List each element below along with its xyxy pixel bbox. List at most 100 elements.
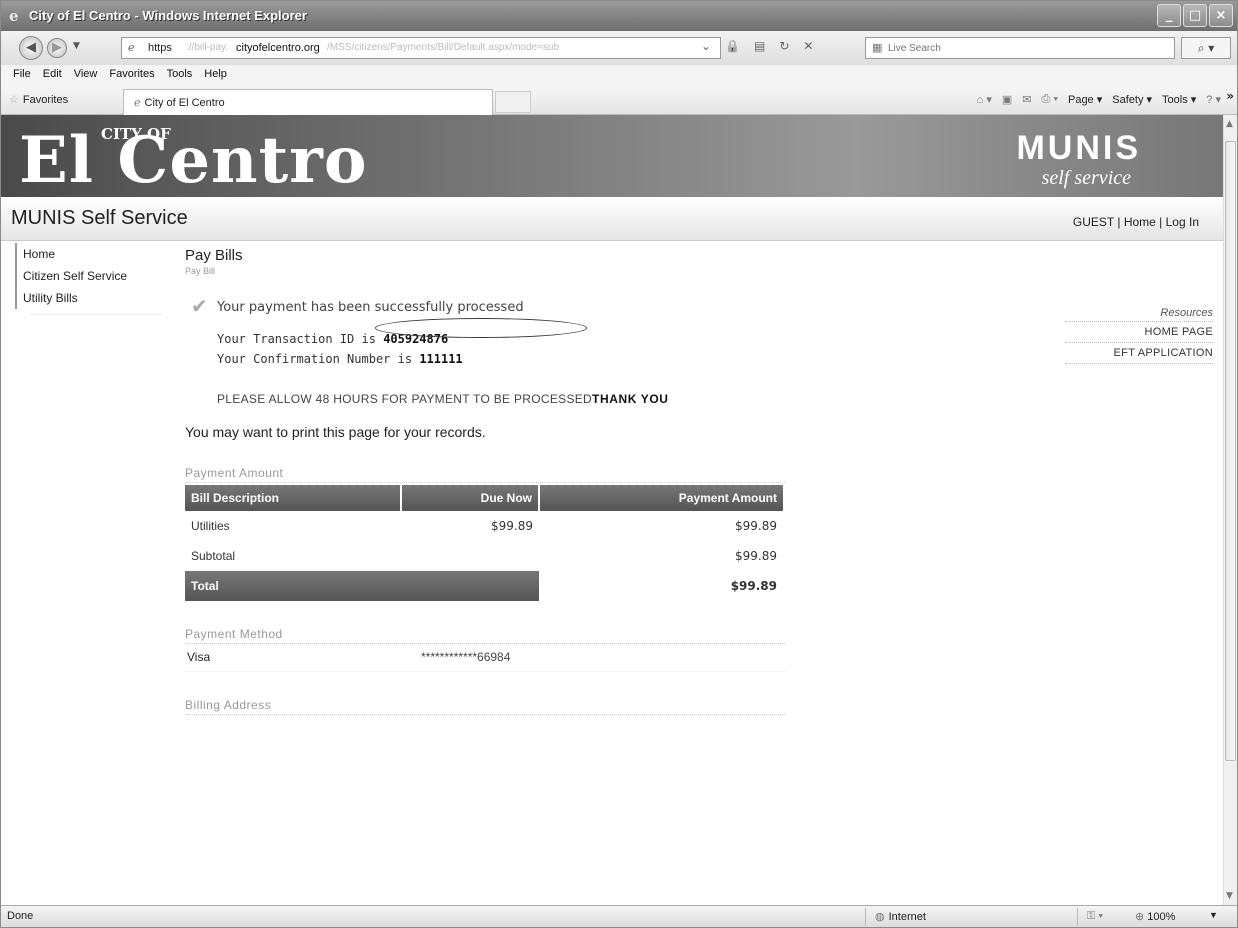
- close-button[interactable]: ×: [1209, 4, 1233, 27]
- help-icon[interactable]: ? ▾: [1206, 93, 1221, 106]
- user-links: GUEST | Home | Log In: [1072, 215, 1199, 229]
- success-text: Your payment has been successfully proce…: [217, 300, 524, 315]
- safety-menu[interactable]: Safety ▾: [1112, 93, 1152, 106]
- sidebar-item-citizen-self-service[interactable]: Citizen Self Service: [15, 265, 171, 287]
- address-toolbar: ◀ ▶ ▼ ℯ https ://bill-pay. cityofelcentr…: [1, 31, 1237, 65]
- lock-icon[interactable]: 🔒: [725, 39, 740, 53]
- banner-top: El Centro CITY OF MUNIS self service: [1, 115, 1223, 197]
- total-amount: $99.89: [730, 579, 777, 593]
- window-title: City of El Centro - Windows Internet Exp…: [29, 8, 307, 23]
- bill-description: Utilities: [191, 519, 230, 533]
- site-logo[interactable]: El Centro: [19, 129, 368, 193]
- subtotal-row: Subtotal $99.89: [185, 541, 783, 571]
- window-controls: _ □ ×: [1157, 4, 1233, 27]
- breadcrumb: Pay Bill: [185, 266, 216, 276]
- login-link[interactable]: Log In: [1166, 215, 1199, 229]
- search-button[interactable]: ⌕ ▾: [1181, 37, 1231, 59]
- menu-file[interactable]: File: [7, 65, 37, 87]
- resource-link-home-page[interactable]: HOME PAGE: [1065, 322, 1213, 343]
- search-box[interactable]: ▦: [865, 37, 1175, 59]
- scroll-down-icon[interactable]: ▼: [1226, 891, 1233, 901]
- payment-amount-heading: Payment Amount: [185, 466, 785, 483]
- command-bar: ⌂ ▾ ▣ ✉ ⎙ ▾ Page ▾ Safety ▾ Tools ▾ ? ▾: [977, 93, 1221, 106]
- zoom-dropdown-icon[interactable]: ▼: [1209, 910, 1218, 920]
- title-bar: e City of El Centro - Windows Internet E…: [1, 1, 1237, 31]
- payment-amount: $99.89: [735, 519, 777, 533]
- search-input[interactable]: [888, 40, 1168, 56]
- new-tab-button[interactable]: [495, 91, 531, 113]
- compatibility-icon[interactable]: ▤: [754, 39, 765, 53]
- back-button[interactable]: ◀: [19, 36, 43, 60]
- protected-mode-icon[interactable]: ⚿ ▾: [1087, 910, 1103, 923]
- security-zone[interactable]: ◍ Internet: [875, 910, 926, 923]
- menu-bar: File Edit View Favorites Tools Help: [1, 65, 1237, 87]
- column-due-now: Due Now: [401, 485, 540, 511]
- column-bill-description: Bill Description: [185, 485, 402, 511]
- menu-help[interactable]: Help: [198, 65, 233, 87]
- checkmark-icon: ✔: [191, 294, 208, 318]
- maximize-button[interactable]: □: [1183, 4, 1207, 27]
- forward-button[interactable]: ▶: [47, 38, 67, 58]
- bill-table: Bill Description Due Now Payment Amount …: [185, 485, 783, 601]
- home-link[interactable]: Home: [1124, 215, 1156, 229]
- card-number: ************66984: [421, 650, 511, 664]
- feeds-icon[interactable]: ▣: [1002, 93, 1012, 106]
- recent-pages-dropdown-icon[interactable]: ▼: [73, 41, 80, 51]
- subtotal-label: Subtotal: [191, 549, 236, 563]
- tab-city-of-el-centro[interactable]: ℯ City of El Centro: [123, 89, 493, 115]
- transaction-details: Your Transaction ID is 405924876 Your Co…: [217, 318, 805, 374]
- arrow-right-icon: ▶: [52, 40, 62, 55]
- favorites-button[interactable]: ☆ Favorites: [9, 93, 68, 106]
- billing-address-heading: Billing Address: [185, 698, 785, 715]
- refresh-icon[interactable]: ↻: [779, 39, 789, 53]
- app-name: MUNIS Self Service: [11, 207, 188, 229]
- page-title: Pay Bills: [185, 247, 243, 264]
- scroll-up-icon[interactable]: ▲: [1226, 119, 1233, 129]
- resource-link-eft-application[interactable]: EFT APPLICATION: [1065, 343, 1213, 364]
- menu-favorites[interactable]: Favorites: [103, 65, 160, 87]
- menu-view[interactable]: View: [68, 65, 104, 87]
- live-search-icon: ▦: [872, 41, 883, 54]
- resources-heading: Resources: [1065, 307, 1213, 322]
- table-row: Utilities $99.89 $99.89: [185, 511, 783, 541]
- page-menu[interactable]: Page ▾: [1068, 93, 1102, 106]
- vertical-scrollbar[interactable]: ▲ ▼: [1223, 115, 1237, 905]
- url-protocol: https: [148, 42, 172, 54]
- mail-icon[interactable]: ✉: [1022, 93, 1031, 106]
- site-logo-cityof: CITY OF: [101, 125, 171, 143]
- sidebar-item-utility-bills[interactable]: Utility Bills: [15, 287, 171, 309]
- confirmation-number: 111111: [419, 352, 463, 366]
- success-message: ✔ Your payment has been successfully pro…: [185, 294, 805, 320]
- print-icon[interactable]: ⎙ ▾: [1042, 93, 1058, 106]
- zoom-level[interactable]: ⊕ 100%: [1135, 910, 1175, 923]
- arrow-left-icon: ◀: [26, 40, 36, 55]
- scroll-thumb[interactable]: [1225, 141, 1236, 761]
- subtotal-amount: $99.89: [735, 549, 777, 563]
- confirmation-number-line: Your Confirmation Number is 111111: [217, 352, 463, 366]
- total-label: Total: [185, 571, 401, 601]
- column-payment-amount: Payment Amount: [539, 485, 783, 511]
- menu-tools[interactable]: Tools: [161, 65, 199, 87]
- sidebar-divider: [31, 309, 161, 315]
- home-icon[interactable]: ⌂ ▾: [977, 93, 992, 106]
- hand-drawn-circle: [375, 318, 587, 338]
- status-bar: Done ◍ Internet ⚿ ▾ ⊕ 100% ▼: [1, 905, 1237, 927]
- minimize-button[interactable]: _: [1157, 4, 1181, 27]
- browser-window: e City of El Centro - Windows Internet E…: [0, 0, 1238, 928]
- status-divider: [865, 908, 866, 926]
- thank-you-text: THANK YOU: [592, 392, 669, 406]
- page-viewport: El Centro CITY OF MUNIS self service MUN…: [1, 115, 1223, 905]
- menu-edit[interactable]: Edit: [37, 65, 68, 87]
- globe-icon: ◍: [875, 911, 885, 923]
- user-name: GUEST: [1072, 215, 1115, 229]
- toolbar-overflow-chevron[interactable]: »: [1226, 89, 1234, 103]
- sidebar-item-home[interactable]: Home: [15, 243, 171, 265]
- resources-panel: Resources HOME PAGE EFT APPLICATION: [1065, 307, 1213, 364]
- site-banner: El Centro CITY OF MUNIS self service MUN…: [1, 115, 1223, 241]
- address-bar[interactable]: ℯ https ://bill-pay. cityofelcentro.org …: [121, 37, 721, 59]
- page-icon: ℯ: [134, 97, 141, 109]
- dropdown-icon[interactable]: ⌄: [701, 39, 711, 53]
- stop-icon[interactable]: ✕: [803, 39, 813, 53]
- tools-menu[interactable]: Tools ▾: [1162, 93, 1196, 106]
- zoom-icon: ⊕: [1135, 911, 1145, 923]
